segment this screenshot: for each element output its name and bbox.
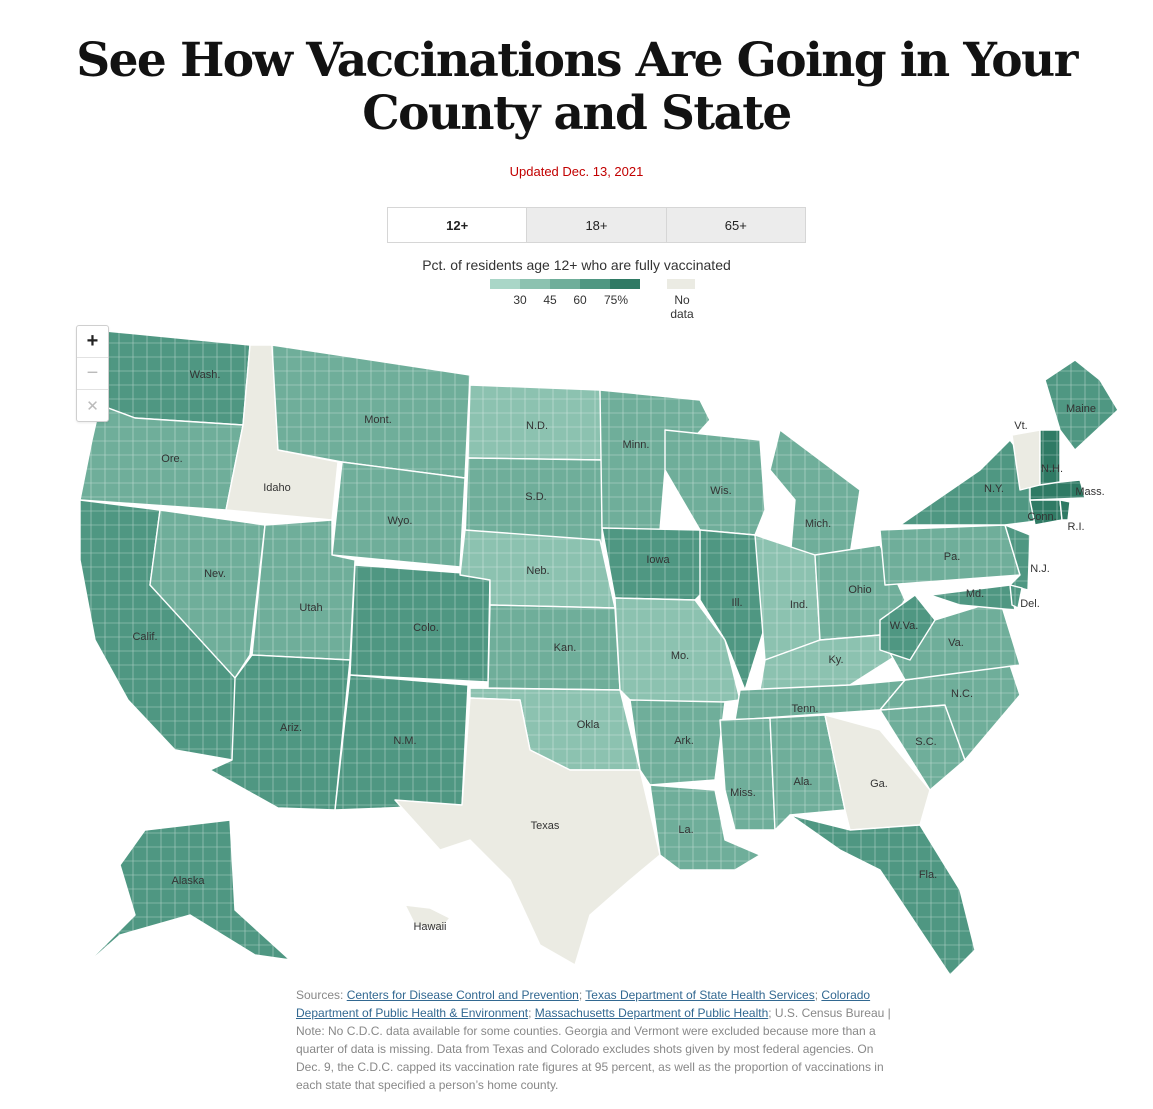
state-label-ri: R.I. bbox=[1067, 521, 1084, 533]
legend-no-data-swatch bbox=[667, 279, 695, 289]
sources-note: Sources: Centers for Disease Control and… bbox=[296, 988, 891, 1092]
state-label-mi: Mich. bbox=[805, 518, 831, 530]
state-label-or: Ore. bbox=[161, 453, 182, 465]
county-texture-fl bbox=[790, 815, 975, 975]
sources-prefix: Sources: bbox=[296, 988, 347, 1002]
state-label-ne: Neb. bbox=[526, 565, 549, 577]
county-texture-ms bbox=[720, 718, 775, 830]
tab-65-plus[interactable]: 65+ bbox=[665, 208, 805, 242]
state-label-wa: Wash. bbox=[190, 369, 221, 381]
state-label-nj: N.J. bbox=[1030, 563, 1050, 575]
legend-swatch-4 bbox=[580, 279, 610, 289]
zoom-in-plus-icon[interactable]: + bbox=[77, 326, 108, 357]
state-label-ar: Ark. bbox=[674, 735, 694, 747]
legend-swatch-1 bbox=[490, 279, 520, 289]
updated-date: Updated Dec. 13, 2021 bbox=[509, 164, 644, 179]
legend-tick-75: 75% bbox=[603, 293, 629, 307]
state-label-al: Ala. bbox=[794, 776, 813, 788]
legend-title: Pct. of residents age 12+ who are fully … bbox=[422, 257, 731, 273]
tab-18-plus[interactable]: 18+ bbox=[526, 208, 665, 242]
state-label-hi: Hawaii bbox=[413, 921, 446, 933]
state-label-ia: Iowa bbox=[646, 554, 670, 566]
state-label-va: Va. bbox=[948, 637, 964, 649]
reset-close-icon[interactable]: ✕ bbox=[77, 389, 108, 421]
tab-12-plus[interactable]: 12+ bbox=[388, 208, 527, 242]
state-label-sc: S.C. bbox=[915, 736, 936, 748]
state-label-nm: N.M. bbox=[393, 735, 416, 747]
state-label-fl: Fla. bbox=[919, 869, 937, 881]
state-label-co: Colo. bbox=[413, 622, 439, 634]
state-label-nc: N.C. bbox=[951, 688, 973, 700]
legend-color-scale bbox=[490, 279, 640, 289]
state-label-nd: N.D. bbox=[526, 420, 548, 432]
state-label-la: La. bbox=[678, 824, 693, 836]
county-texture-ak bbox=[80, 820, 290, 970]
legend-tick-60: 60 bbox=[573, 293, 587, 307]
county-texture-nh bbox=[1040, 430, 1060, 485]
state-label-wi: Wis. bbox=[710, 485, 731, 497]
state-label-nh: N.H. bbox=[1041, 463, 1063, 475]
legend-swatch-5 bbox=[610, 279, 640, 289]
legend-swatch-3 bbox=[550, 279, 580, 289]
zoom-controls: + − ✕ bbox=[76, 325, 109, 422]
state-label-ct: Conn. bbox=[1027, 511, 1056, 523]
age-group-tabs: 12+ 18+ 65+ bbox=[387, 207, 806, 243]
state-label-ga: Ga. bbox=[870, 778, 888, 790]
state-label-ok: Okla bbox=[577, 719, 601, 731]
source-census: U.S. Census Bureau bbox=[774, 1006, 885, 1020]
state-label-vt: Vt. bbox=[1014, 420, 1027, 432]
state-label-tn: Tenn. bbox=[792, 703, 819, 715]
county-texture-mi bbox=[770, 430, 860, 560]
state-label-md: Md. bbox=[966, 588, 984, 600]
state-label-in: Ind. bbox=[790, 599, 808, 611]
county-texture-wa bbox=[95, 330, 250, 425]
state-label-wy: Wyo. bbox=[388, 515, 413, 527]
state-label-id: Idaho bbox=[263, 482, 291, 494]
source-link-massachusetts[interactable]: Massachusetts Department of Public Healt… bbox=[535, 1006, 768, 1020]
source-link-texas[interactable]: Texas Department of State Health Service… bbox=[585, 988, 814, 1002]
state-label-az: Ariz. bbox=[280, 722, 302, 734]
state-label-nv: Nev. bbox=[204, 568, 226, 580]
state-label-ks: Kan. bbox=[554, 642, 577, 654]
state-label-wv: W.Va. bbox=[890, 620, 919, 632]
state-label-ut: Utah bbox=[299, 602, 322, 614]
state-label-ca: Calif. bbox=[132, 631, 157, 643]
state-label-mo: Mo. bbox=[671, 650, 689, 662]
state-label-ny: N.Y. bbox=[984, 483, 1004, 495]
zoom-out-minus-icon[interactable]: − bbox=[77, 357, 108, 389]
state-label-tx: Texas bbox=[531, 820, 560, 832]
state-label-sd: S.D. bbox=[525, 491, 546, 503]
state-label-ma: Mass. bbox=[1075, 486, 1104, 498]
state-label-mn: Minn. bbox=[623, 439, 650, 451]
state-label-ms: Miss. bbox=[730, 787, 756, 799]
county-texture-wi bbox=[665, 430, 765, 535]
state-label-me: Maine bbox=[1066, 403, 1096, 415]
page-title: See How Vaccinations Are Going in Your C… bbox=[76, 33, 1078, 141]
state-label-ak: Alaska bbox=[171, 875, 205, 887]
county-vaccination-map[interactable]: Wash. Ore. Calif. Nev. Idaho Mont. Wyo. Utah Ari… bbox=[0, 310, 1153, 990]
legend-swatch-2 bbox=[520, 279, 550, 289]
state-label-de: Del. bbox=[1020, 598, 1040, 610]
county-texture-in bbox=[755, 535, 820, 660]
state-label-ky: Ky. bbox=[828, 654, 843, 666]
state-label-mt: Mont. bbox=[364, 414, 392, 426]
state-label-oh: Ohio bbox=[848, 584, 871, 596]
source-link-cdc[interactable]: Centers for Disease Control and Preventi… bbox=[347, 988, 579, 1002]
state-label-il: Ill. bbox=[732, 597, 743, 609]
state-label-pa: Pa. bbox=[944, 551, 961, 563]
